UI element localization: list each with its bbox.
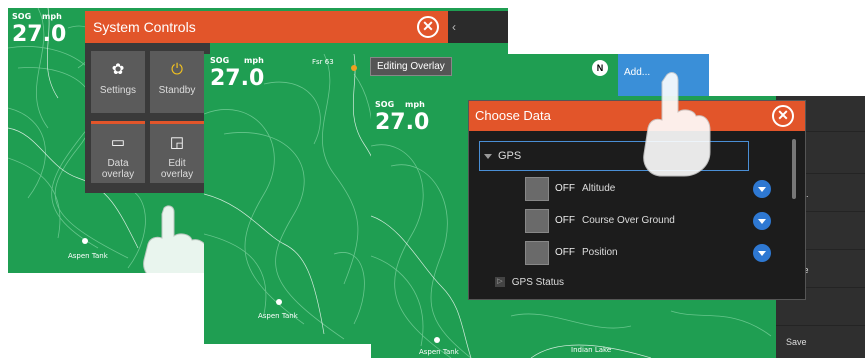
speed-value: 27.0 (12, 22, 67, 47)
menu-back-arrow[interactable]: ‹ (448, 11, 508, 43)
settings-button[interactable]: ✿ Settings (91, 51, 145, 113)
speed-value: 27.0 (375, 110, 430, 135)
speed-readout: SOG mph 27.0 (12, 12, 82, 52)
item-label: Altitude (582, 183, 616, 194)
speed-unit: mph (244, 56, 264, 65)
chevron-down-icon[interactable] (753, 212, 771, 230)
dialog-title: Choose Data (469, 101, 805, 131)
map-label: Aspen Tank (258, 312, 298, 320)
speed-value: 27.0 (210, 66, 265, 91)
gps-status-row[interactable]: ▷ GPS Status (495, 277, 564, 288)
gear-icon: ✿ (111, 61, 125, 78)
data-overlay-icon: ▭ (110, 134, 126, 151)
gps-group-label: GPS (498, 150, 522, 162)
compass-north-icon[interactable]: N (592, 60, 608, 76)
expand-icon (484, 154, 492, 159)
sog-label: SOG (12, 12, 32, 21)
screen-choose-data: SOG mph 27.0 Aspen Tank Indian Lake ... … (371, 96, 865, 358)
item-label: Course Over Ground (582, 215, 675, 226)
close-button[interactable]: ✕ (417, 16, 439, 38)
gps-status-label: GPS Status (511, 277, 565, 288)
edit-overlay-label: Edit overlay (160, 158, 194, 180)
sog-label: SOG (210, 56, 230, 65)
map-label: Aspen Tank (68, 252, 108, 260)
item-label: Position (582, 247, 618, 258)
standby-button[interactable]: ⏻ Standby (150, 51, 204, 113)
power-icon: ⏻ (171, 61, 183, 78)
settings-label: Settings (99, 85, 137, 96)
edit-overlay-icon: ◲ (169, 134, 185, 151)
data-row-cog: OFF Course Over Ground (515, 207, 771, 235)
map-label: Aspen Tank (419, 348, 459, 356)
pointing-hand-icon (643, 72, 711, 177)
item-checkbox[interactable] (525, 177, 549, 201)
item-state: OFF (555, 215, 575, 226)
standby-label: Standby (158, 85, 196, 96)
expand-icon: ▷ (495, 277, 505, 288)
map-label: Indian Lake (571, 346, 612, 354)
item-checkbox[interactable] (525, 209, 549, 233)
close-button[interactable]: ✕ (772, 105, 794, 127)
item-checkbox[interactable] (525, 241, 549, 265)
data-row-position: OFF Position (515, 239, 771, 267)
item-state: OFF (555, 247, 575, 258)
panel-title: System Controls (85, 11, 448, 43)
speed-unit: mph (405, 100, 425, 109)
choose-data-dialog: Choose Data ✕ GPS OFF Altitude OFF Cours… (468, 100, 806, 300)
speed-readout: SOG mph 27.0 (375, 100, 445, 140)
item-state: OFF (555, 183, 575, 194)
edit-overlay-button[interactable]: ◲ Edit overlay (150, 121, 204, 183)
sog-label: SOG (375, 100, 395, 109)
scrollbar[interactable] (792, 139, 796, 199)
map-label: Fsr 63 (312, 58, 334, 66)
controls-grid: ✿ Settings ⏻ Standby ▭ Data overlay ◲ Ed… (85, 43, 210, 193)
data-list: GPS OFF Altitude OFF Course Over Ground … (469, 131, 805, 299)
data-overlay-button[interactable]: ▭ Data overlay (91, 121, 145, 183)
chevron-down-icon[interactable] (753, 180, 771, 198)
speed-unit: mph (42, 12, 62, 21)
chevron-down-icon[interactable] (753, 244, 771, 262)
data-overlay-label: Data overlay (101, 158, 135, 180)
editing-overlay-banner: Editing Overlay (370, 57, 452, 76)
speed-readout: SOG mph 27.0 (210, 56, 280, 96)
save-button[interactable]: Save (776, 324, 865, 358)
